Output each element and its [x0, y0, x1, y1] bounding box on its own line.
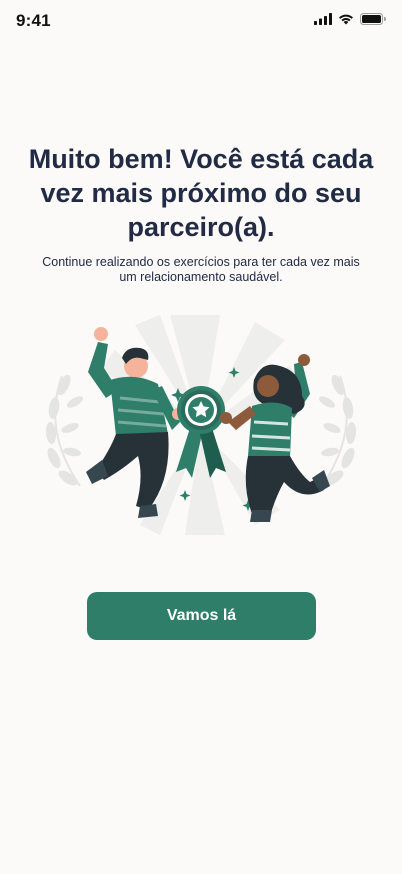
laurel-wreath-left [45, 374, 84, 487]
battery-icon [360, 13, 386, 25]
vamos-la-button[interactable]: Vamos lá [87, 592, 316, 640]
status-time: 9:41 [16, 11, 51, 30]
status-icons [314, 13, 386, 25]
wifi-icon [339, 14, 353, 25]
page-subtitle: Continue realizando os exercícios para t… [42, 255, 360, 284]
page-title: Muito bem! Você está cada vez mais próxi… [28, 144, 374, 242]
cellular-signal-icon [314, 13, 332, 25]
status-bar: 9:41 [0, 0, 402, 44]
celebration-illustration [45, 315, 357, 535]
